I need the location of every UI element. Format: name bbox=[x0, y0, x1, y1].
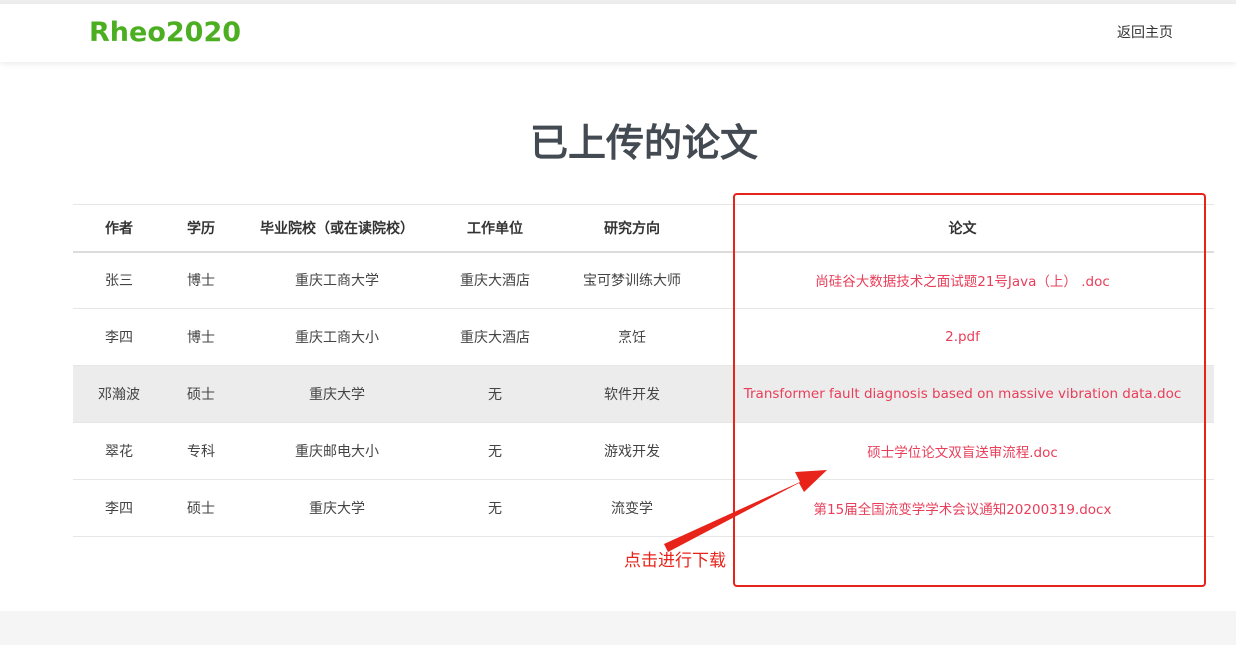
cell-school: 重庆邮电大小 bbox=[237, 422, 437, 480]
header-field: 研究方向 bbox=[553, 204, 711, 253]
page-title: 已上传的论文 bbox=[529, 121, 758, 165]
header-author: 作者 bbox=[73, 204, 165, 253]
cell-author: 翠花 bbox=[73, 422, 165, 480]
cell-author: 张三 bbox=[73, 251, 165, 309]
brand-logo[interactable]: Rheo2020 bbox=[89, 17, 241, 48]
cell-field: 流变学 bbox=[553, 479, 711, 537]
cell-author: 李四 bbox=[73, 308, 165, 366]
cell-org: 无 bbox=[437, 422, 553, 480]
cell-field: 游戏开发 bbox=[553, 422, 711, 480]
cell-school: 重庆大学 bbox=[237, 479, 437, 537]
cell-degree: 博士 bbox=[165, 251, 237, 309]
cell-school: 重庆工商大小 bbox=[237, 308, 437, 366]
header-school: 毕业院校（或在读院校） bbox=[237, 204, 437, 253]
cell-degree: 硕士 bbox=[165, 479, 237, 537]
cell-org: 重庆大酒店 bbox=[437, 251, 553, 309]
cell-org: 无 bbox=[437, 365, 553, 423]
cell-degree: 博士 bbox=[165, 308, 237, 366]
header-org: 工作单位 bbox=[437, 204, 553, 253]
footer bbox=[0, 611, 1236, 645]
cell-org: 无 bbox=[437, 479, 553, 537]
annotation-text: 点击进行下载 bbox=[624, 551, 726, 571]
cell-school: 重庆工商大学 bbox=[237, 251, 437, 309]
cell-degree: 硕士 bbox=[165, 365, 237, 423]
cell-author: 李四 bbox=[73, 479, 165, 537]
cell-degree: 专科 bbox=[165, 422, 237, 480]
cell-field: 软件开发 bbox=[553, 365, 711, 423]
cell-field: 烹饪 bbox=[553, 308, 711, 366]
cell-org: 重庆大酒店 bbox=[437, 308, 553, 366]
home-link[interactable]: 返回主页 bbox=[1117, 22, 1173, 42]
cell-field: 宝可梦训练大师 bbox=[553, 251, 711, 309]
navbar: Rheo2020 返回主页 bbox=[0, 4, 1236, 62]
cell-author: 邓瀚波 bbox=[73, 365, 165, 423]
cell-school: 重庆大学 bbox=[237, 365, 437, 423]
annotation-highlight-box bbox=[733, 193, 1206, 587]
header-degree: 学历 bbox=[165, 204, 237, 253]
